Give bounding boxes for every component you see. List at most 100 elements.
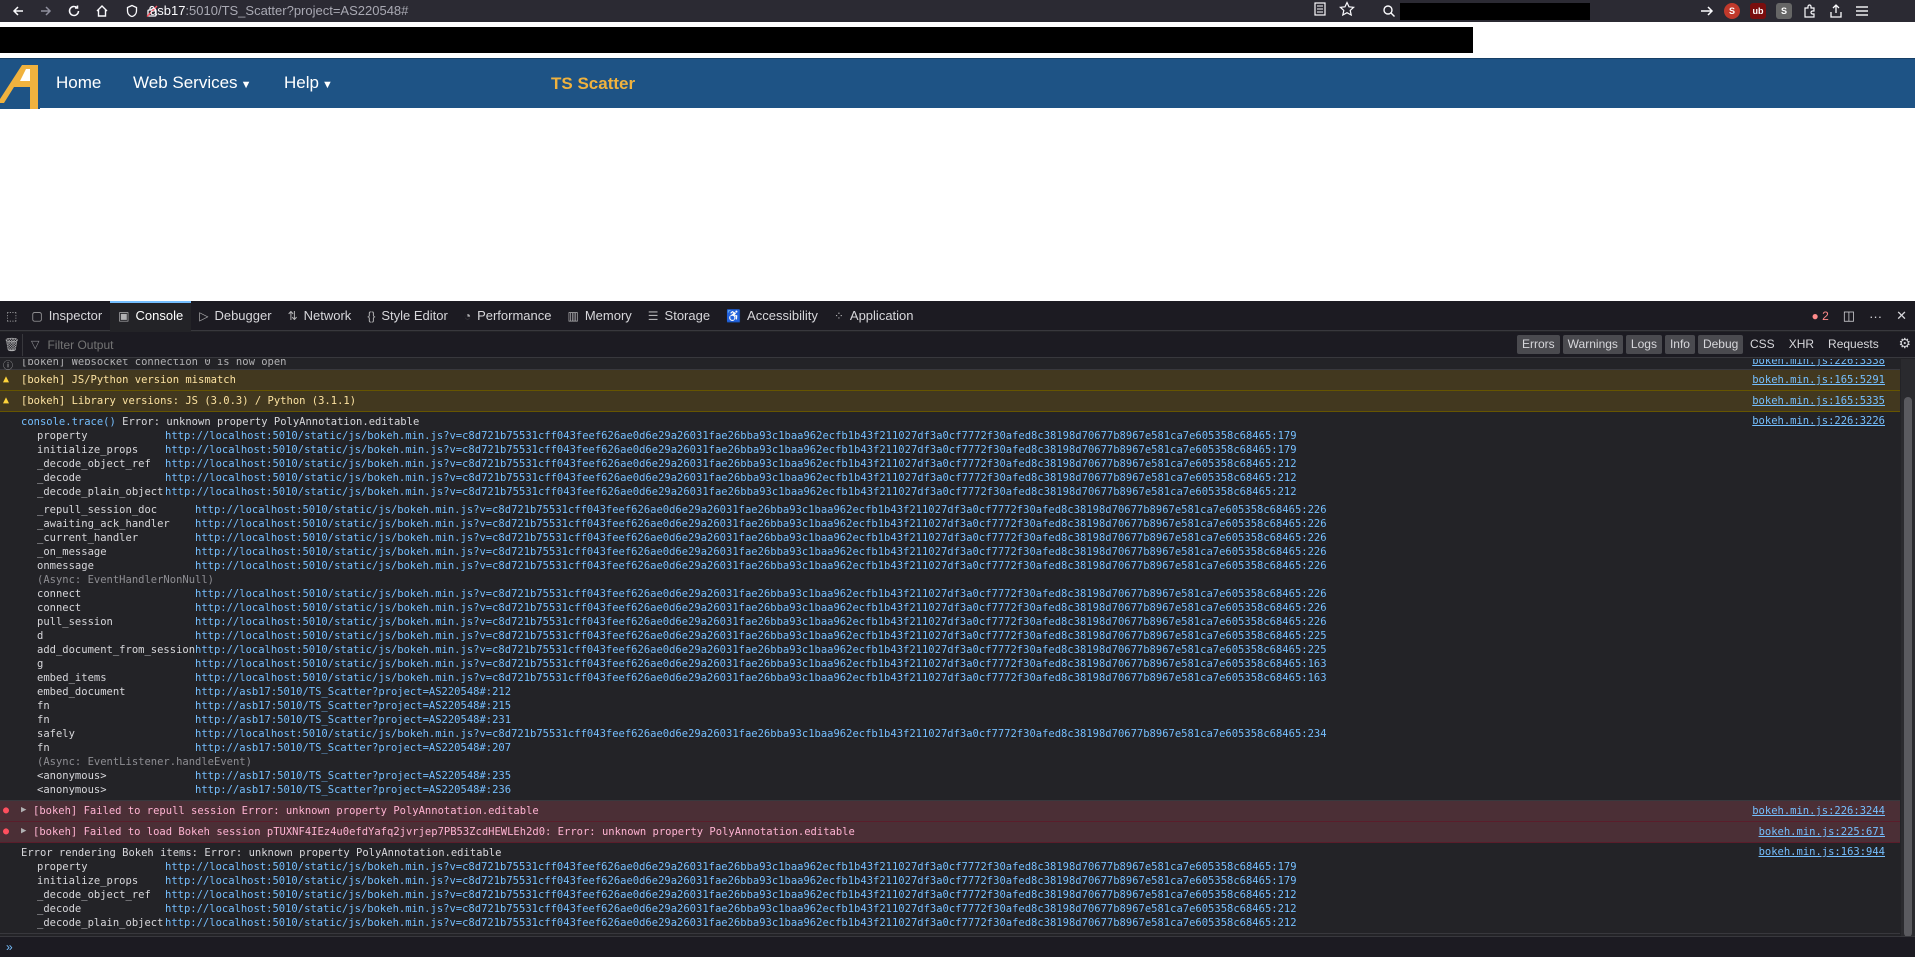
tab-accessibility[interactable]: ♿ Accessibility — [718, 301, 826, 331]
filter-output-input[interactable] — [47, 334, 348, 355]
go-arrow-icon[interactable] — [1700, 4, 1714, 18]
frame-location-link[interactable]: http://asb17:5010/TS_Scatter?project=AS2… — [195, 685, 511, 699]
redacted-bookmarks-bar — [0, 27, 1473, 53]
frame-location-link[interactable]: http://localhost:5010/static/js/bokeh.mi… — [195, 629, 1327, 643]
extensions-puzzle-icon[interactable] — [1802, 3, 1818, 19]
tab-memory[interactable]: ▥ Memory — [559, 301, 639, 331]
filter-errors-button[interactable]: Errors — [1517, 335, 1560, 354]
tab-performance[interactable]: ◔ Performance — [456, 301, 560, 331]
tab-storage[interactable]: ☰ Storage — [640, 301, 718, 331]
frame-location-link[interactable]: http://asb17:5010/TS_Scatter?project=AS2… — [195, 741, 511, 755]
frame-location-link[interactable]: http://localhost:5010/static/js/bokeh.mi… — [165, 443, 1297, 457]
filter-logs-button[interactable]: Logs — [1625, 335, 1662, 354]
nav-home[interactable]: Home — [56, 73, 101, 93]
frame-location-link[interactable]: http://asb17:5010/TS_Scatter?project=AS2… — [195, 713, 511, 727]
ublock-icon[interactable]: ub — [1750, 3, 1766, 19]
back-button[interactable] — [8, 1, 28, 21]
shield-button[interactable] — [122, 1, 142, 21]
message-source-link[interactable]: bokeh.min.js:165:5335 — [1752, 395, 1885, 407]
console-input[interactable]: » — [0, 936, 1915, 957]
stack-frame: fn http://asb17:5010/TS_Scatter?project=A… — [0, 713, 1900, 727]
extension-grey-s-icon[interactable]: S — [1776, 3, 1792, 19]
frame-location-link[interactable]: http://localhost:5010/static/js/bokeh.mi… — [165, 916, 1297, 930]
frame-location-link[interactable]: http://localhost:5010/static/js/bokeh.mi… — [165, 485, 1297, 499]
nav-web-services[interactable]: Web Services ▼ — [133, 73, 251, 93]
stack-frame: fn http://asb17:5010/TS_Scatter?project=A… — [0, 699, 1900, 713]
network-icon: ⇅ — [287, 308, 298, 323]
message-source-link[interactable]: bokeh.min.js:226:3244 — [1752, 805, 1885, 817]
message-text: [bokeh] Failed to load Bokeh session pTU… — [33, 826, 855, 838]
frame-location-link[interactable]: http://localhost:5010/static/js/bokeh.mi… — [195, 643, 1327, 657]
share-icon[interactable] — [1828, 3, 1844, 19]
hamburger-menu-icon[interactable] — [1854, 3, 1870, 19]
redacted-search-text — [1400, 3, 1590, 20]
filter-css-button[interactable]: CSS — [1750, 335, 1775, 354]
frame-location-link[interactable]: http://localhost:5010/static/js/bokeh.mi… — [195, 671, 1327, 685]
scrollbar-thumb[interactable] — [1904, 397, 1912, 937]
clear-console-button[interactable]: 🗑 — [1, 333, 23, 356]
filter-info-button[interactable]: Info — [1664, 335, 1695, 354]
console-scrollbar[interactable] — [1901, 359, 1915, 937]
error-count-badge[interactable]: ● 2 — [1812, 309, 1829, 323]
app-logo[interactable] — [0, 59, 40, 109]
tab-network[interactable]: ⇅ Network — [280, 301, 360, 331]
reload-button[interactable] — [64, 1, 84, 21]
tab-application[interactable]: ⁘ Application — [826, 301, 922, 331]
frame-location-link[interactable]: http://asb17:5010/TS_Scatter?project=AS2… — [195, 769, 511, 783]
bookmark-star-icon[interactable] — [1339, 1, 1355, 17]
nav-help[interactable]: Help ▼ — [284, 73, 333, 93]
forward-button[interactable] — [36, 1, 56, 21]
frame-location-link[interactable]: http://localhost:5010/static/js/bokeh.mi… — [195, 615, 1327, 629]
more-options-icon[interactable]: ··· — [1869, 309, 1882, 324]
frame-location-link[interactable]: http://localhost:5010/static/js/bokeh.mi… — [165, 860, 1297, 874]
frame-location-link[interactable]: http://localhost:5010/static/js/bokeh.mi… — [195, 587, 1327, 601]
frame-location-link[interactable]: http://localhost:5010/static/js/bokeh.mi… — [165, 429, 1297, 443]
home-button[interactable] — [92, 1, 112, 21]
frame-location-link[interactable]: http://localhost:5010/static/js/bokeh.mi… — [165, 457, 1297, 471]
console-settings-button[interactable]: ⚙ — [1898, 335, 1911, 352]
url-bar[interactable]: asb17:5010/TS_Scatter?project=AS220548# — [150, 0, 408, 20]
frame-location-link[interactable]: http://localhost:5010/static/js/bokeh.mi… — [165, 902, 1297, 916]
tab-console[interactable]: ▣ Console — [110, 300, 192, 331]
tab-label: Debugger — [214, 308, 272, 323]
search-box[interactable] — [1378, 0, 1718, 22]
filter-warnings-button[interactable]: Warnings — [1562, 335, 1623, 354]
message-source-link[interactable]: bokeh.min.js:226:3338 — [1752, 359, 1885, 367]
message-source-link[interactable]: bokeh.min.js:163:944 — [1759, 846, 1885, 858]
filter-xhr-button[interactable]: XHR — [1789, 335, 1814, 354]
pick-element-button[interactable]: ⬚ — [0, 301, 23, 331]
console-message-warning: ▲ [bokeh] JS/Python version mismatch bok… — [0, 370, 1900, 391]
tab-debugger[interactable]: ▷ Debugger — [191, 301, 279, 331]
message-source-link[interactable]: bokeh.min.js:165:5291 — [1752, 374, 1885, 386]
expand-arrow-icon[interactable]: ▶ — [21, 826, 26, 836]
expand-arrow-icon[interactable]: ▶ — [21, 805, 26, 815]
filter-debug-button[interactable]: Debug — [1697, 335, 1744, 354]
frame-location-link[interactable]: http://localhost:5010/static/js/bokeh.mi… — [195, 517, 1327, 531]
filter-requests-button[interactable]: Requests — [1828, 335, 1879, 354]
frame-location-link[interactable]: http://localhost:5010/static/js/bokeh.mi… — [165, 471, 1297, 485]
frame-location-link[interactable]: http://localhost:5010/static/js/bokeh.mi… — [195, 559, 1327, 573]
frame-location-link[interactable]: http://localhost:5010/static/js/bokeh.mi… — [195, 531, 1327, 545]
frame-function: add_document_from_session — [37, 644, 196, 656]
storage-icon: ☰ — [647, 308, 659, 323]
frame-location-link[interactable]: http://localhost:5010/static/js/bokeh.mi… — [195, 727, 1327, 741]
close-icon[interactable]: ✕ — [1896, 308, 1907, 324]
frame-location-link[interactable]: http://asb17:5010/TS_Scatter?project=AS2… — [195, 783, 511, 797]
frame-location-link[interactable]: http://localhost:5010/static/js/bokeh.mi… — [165, 874, 1297, 888]
pick-element-icon: ⬚ — [6, 308, 18, 323]
frame-location-link[interactable]: http://localhost:5010/static/js/bokeh.mi… — [195, 503, 1327, 517]
frame-location-link[interactable]: http://localhost:5010/static/js/bokeh.mi… — [195, 601, 1327, 615]
message-source-link[interactable]: bokeh.min.js:226:3226 — [1752, 415, 1885, 427]
frame-location-link[interactable]: http://asb17:5010/TS_Scatter?project=AS2… — [195, 699, 511, 713]
tab-inspector[interactable]: ▢ Inspector — [23, 301, 110, 331]
frame-location-link[interactable]: http://localhost:5010/static/js/bokeh.mi… — [165, 888, 1297, 902]
extension-s-icon[interactable]: S — [1724, 3, 1740, 19]
caret-down-icon: ▼ — [240, 79, 252, 91]
frame-location-link[interactable]: http://localhost:5010/static/js/bokeh.mi… — [195, 545, 1327, 559]
dock-icon[interactable]: ◫ — [1843, 308, 1855, 324]
tab-style-editor[interactable]: {} Style Editor — [359, 301, 456, 331]
frame-location-link[interactable]: http://localhost:5010/static/js/bokeh.mi… — [195, 657, 1327, 671]
reader-view-icon[interactable] — [1313, 1, 1327, 17]
shield-icon — [126, 4, 138, 18]
message-source-link[interactable]: bokeh.min.js:225:671 — [1759, 826, 1885, 838]
